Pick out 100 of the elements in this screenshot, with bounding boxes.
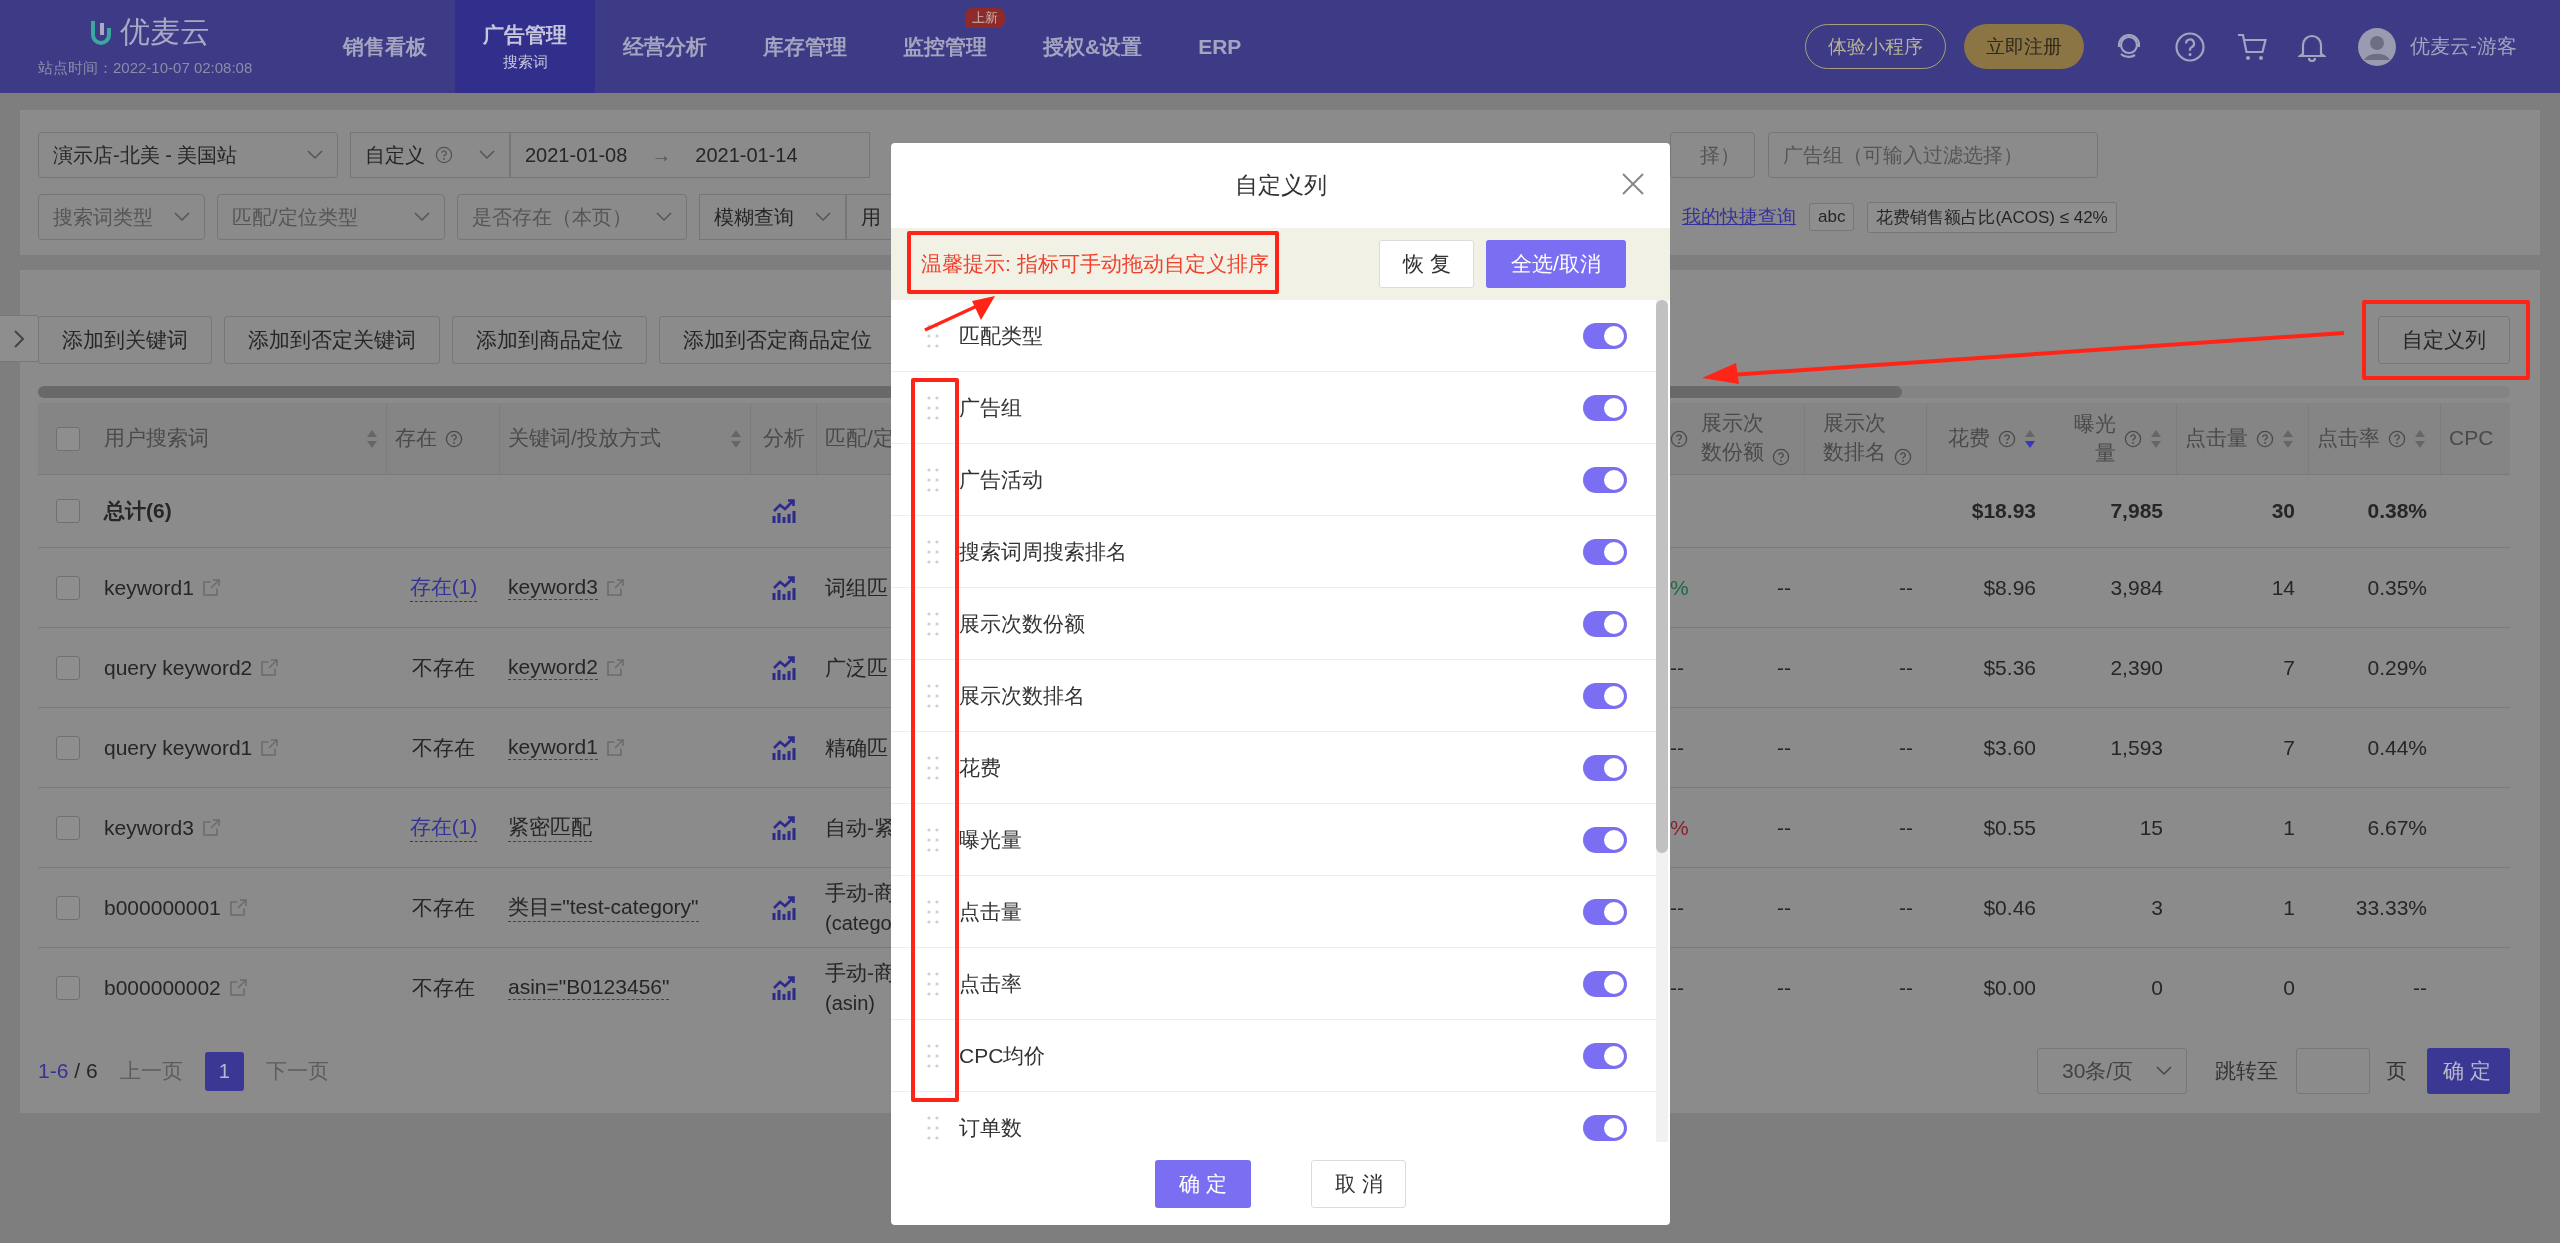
column-option-label: 展示次数份额 [959, 610, 1085, 637]
toggle-switch[interactable] [1583, 466, 1627, 493]
dialog-title: 自定义列 [1234, 171, 1327, 200]
select-field[interactable]: 模糊查询 [699, 194, 846, 240]
vertical-scrollbar[interactable] [1656, 300, 1668, 1142]
trend-chart-icon[interactable] [771, 894, 797, 921]
field-value: 自定义 [365, 142, 425, 168]
confirm-button[interactable]: 确定 [1155, 1159, 1251, 1208]
keyword-link[interactable]: keyword1 [508, 735, 598, 760]
filter-tag[interactable]: abc [1809, 203, 1855, 231]
nav-tab[interactable]: 广告管理 搜索词 [455, 0, 595, 93]
date-range-field[interactable]: 2021-01-08 → 2021-01-14 [510, 132, 870, 178]
cart-icon[interactable] [2236, 31, 2269, 62]
toggle-switch[interactable] [1583, 826, 1627, 853]
external-link-icon[interactable] [228, 898, 248, 917]
drag-handle-icon[interactable] [927, 754, 939, 781]
select-field[interactable]: 自定义 [350, 132, 510, 178]
drag-handle-icon[interactable] [927, 1114, 939, 1141]
quick-query-link[interactable]: 我的快捷查询 [1682, 204, 1796, 230]
custom-columns-button[interactable]: 自定义列 [2378, 316, 2510, 364]
checkbox[interactable] [56, 815, 80, 840]
nav-tab[interactable]: 监控管理 [875, 32, 1015, 61]
keyword-link[interactable]: 紧密匹配 [508, 813, 592, 842]
drag-handle-icon[interactable] [927, 394, 939, 421]
exists-link[interactable]: 存在(1) [409, 813, 478, 842]
external-link-icon[interactable] [605, 738, 625, 757]
trend-chart-icon[interactable] [771, 654, 797, 681]
external-link-icon[interactable] [201, 578, 221, 597]
drag-handle-icon[interactable] [927, 322, 939, 349]
keyword-link[interactable]: 类目="test-category" [508, 893, 699, 922]
column-header: CPC [2449, 425, 2494, 452]
toggle-switch[interactable] [1583, 322, 1627, 349]
drag-handle-icon[interactable] [927, 898, 939, 925]
drag-handle-icon[interactable] [927, 466, 939, 493]
toggle-switch[interactable] [1583, 970, 1627, 997]
caret-icon [174, 212, 190, 222]
keyword-link[interactable]: asin="B0123456" [508, 975, 670, 1000]
toggle-switch[interactable] [1583, 538, 1627, 565]
toggle-switch[interactable] [1583, 1042, 1627, 1069]
nav-tab[interactable]: ERP [1170, 34, 1270, 59]
checkbox[interactable] [56, 975, 80, 1000]
drag-handle-icon[interactable] [927, 682, 939, 709]
cancel-button[interactable]: 取消 [1311, 1159, 1406, 1208]
checkbox[interactable] [56, 895, 80, 920]
checkbox[interactable] [56, 575, 80, 600]
caret-icon [656, 212, 672, 222]
trend-chart-icon[interactable] [771, 974, 797, 1001]
toolbar-button[interactable]: 添加到商品定位 [452, 316, 647, 364]
select-field[interactable]: 演示店-北美 - 美国站 [38, 132, 338, 178]
drag-handle-icon[interactable] [927, 610, 939, 637]
external-link-icon[interactable] [201, 818, 221, 837]
checkbox[interactable] [56, 499, 80, 523]
drag-handle-icon[interactable] [927, 1042, 939, 1069]
page-size-select[interactable]: 30条/页 [2037, 1048, 2187, 1094]
trend-chart-icon[interactable] [771, 498, 797, 524]
filter-tag[interactable]: 花费销售额占比(ACOS) ≤ 42% [1867, 201, 2117, 233]
drag-handle-icon[interactable] [927, 970, 939, 997]
external-link-icon[interactable] [228, 978, 248, 997]
nav-tab[interactable]: 库存管理 [735, 32, 875, 61]
toggle-switch[interactable] [1583, 754, 1627, 781]
user-name: 优麦云-游客 [2410, 34, 2517, 59]
logo-icon [90, 18, 112, 47]
toggle-switch[interactable] [1583, 682, 1627, 709]
register-button[interactable]: 立即注册 [1964, 24, 2085, 69]
close-icon[interactable] [1620, 171, 1646, 197]
select-all-button[interactable]: 全选/取消 [1486, 240, 1626, 288]
nav-tab[interactable]: 销售看板 [315, 32, 455, 61]
drag-handle-icon[interactable] [927, 538, 939, 565]
toggle-switch[interactable] [1583, 394, 1627, 421]
toolbar-button[interactable]: 添加到关键词 [38, 316, 212, 364]
go-button[interactable]: 确定 [2427, 1048, 2510, 1094]
toolbar-button[interactable]: 添加到否定关键词 [224, 316, 440, 364]
external-link-icon[interactable] [260, 738, 280, 757]
jump-label: 跳转至 [2215, 1058, 2278, 1084]
nav-tab[interactable]: 经营分析 [595, 32, 735, 61]
checkbox[interactable] [56, 655, 80, 680]
toggle-switch[interactable] [1583, 1114, 1627, 1141]
column-header: 匹配/定 [825, 425, 894, 452]
external-link-icon[interactable] [605, 658, 625, 677]
checkbox[interactable] [56, 426, 80, 451]
trend-chart-icon[interactable] [771, 814, 797, 841]
keyword-link[interactable]: keyword2 [508, 655, 598, 680]
checkbox[interactable] [56, 735, 80, 760]
toggle-switch[interactable] [1583, 610, 1627, 637]
external-link-icon[interactable] [260, 658, 280, 677]
column-option-label: 搜索词周搜索排名 [959, 538, 1127, 565]
help-icon[interactable] [2174, 30, 2207, 63]
external-link-icon[interactable] [605, 578, 625, 597]
drag-handle-icon[interactable] [927, 826, 939, 853]
nav-tab[interactable]: 授权&设置 [1015, 32, 1171, 61]
exists-link[interactable]: 存在(1) [409, 573, 478, 602]
toggle-switch[interactable] [1583, 898, 1627, 925]
avatar-icon[interactable] [2358, 27, 2397, 66]
table-cell-text: 不存在 [412, 734, 475, 761]
keyword-link[interactable]: keyword3 [508, 575, 598, 600]
trend-chart-icon[interactable] [771, 574, 797, 601]
trend-chart-icon[interactable] [771, 734, 797, 761]
expand-panel-button[interactable] [0, 315, 39, 362]
reset-button[interactable]: 恢复 [1379, 240, 1474, 288]
page-number[interactable]: 1 [204, 1051, 244, 1091]
